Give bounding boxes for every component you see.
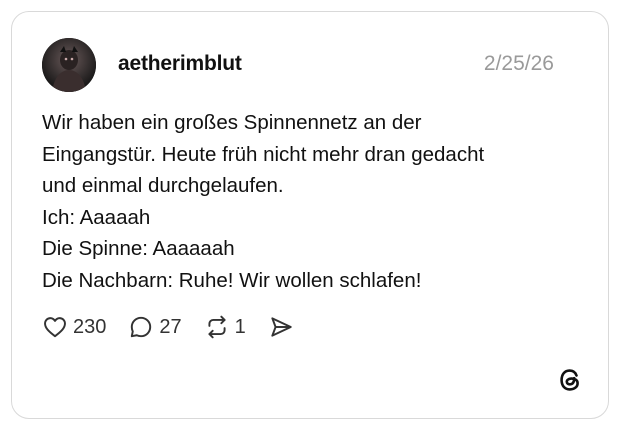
repost-button[interactable]: 1: [204, 314, 246, 340]
repost-icon: [204, 314, 230, 340]
post-line: Eingangstür. Heute früh nicht mehr dran …: [42, 142, 485, 166]
post-line: Wir haben ein großes Spinnennetz an der: [42, 111, 422, 134]
post-line: Die Nachbarn: Ruhe! Wir wollen schlafen!: [42, 268, 422, 292]
post-line: Ich: Aaaaah: [42, 205, 151, 229]
speech-bubble-icon: [128, 314, 154, 340]
like-count: 230: [73, 315, 107, 338]
repost-count: 1: [234, 315, 246, 338]
avatar[interactable]: [42, 38, 96, 92]
reply-count: 27: [159, 315, 182, 338]
send-icon[interactable]: [268, 314, 294, 340]
heart-icon: [42, 314, 68, 340]
like-button[interactable]: 230: [42, 314, 106, 340]
post-text: Wir haben ein großes Spinnennetz an der …: [42, 107, 582, 296]
post-line: Die Spinne: Aaaaaah: [42, 237, 235, 260]
post-date: 2/25/26: [483, 52, 554, 75]
action-bar: 230 27 1: [42, 312, 294, 342]
threads-logo: [556, 366, 584, 394]
post-card: aetherimblut 2/25/26 Wir haben ein große…: [11, 11, 609, 419]
post-line: und einmal durchgelaufen.: [42, 174, 284, 197]
reply-button[interactable]: 27: [128, 314, 182, 340]
username[interactable]: aetherimblut: [118, 52, 242, 76]
